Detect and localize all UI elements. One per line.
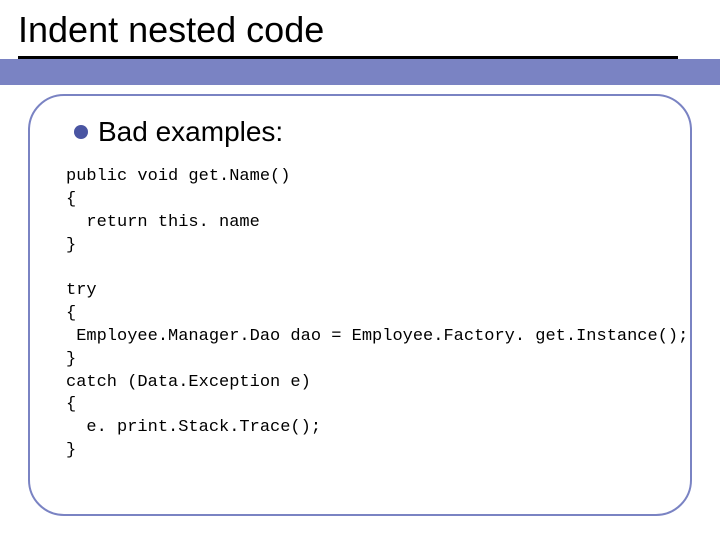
title-area: Indent nested code [0, 0, 720, 59]
bullet-icon [74, 125, 88, 139]
slide-title: Indent nested code [18, 10, 702, 50]
accent-band [0, 59, 720, 85]
code-block-2: try { Employee.Manager.Dao dao = Employe… [66, 280, 660, 464]
heading-text: Bad examples: [98, 116, 283, 148]
heading-line: Bad examples: [74, 116, 660, 148]
slide: Indent nested code Bad examples: public … [0, 0, 720, 540]
code-block-1: public void get.Name() { return this. na… [66, 166, 660, 258]
content-frame: Bad examples: public void get.Name() { r… [28, 94, 692, 516]
